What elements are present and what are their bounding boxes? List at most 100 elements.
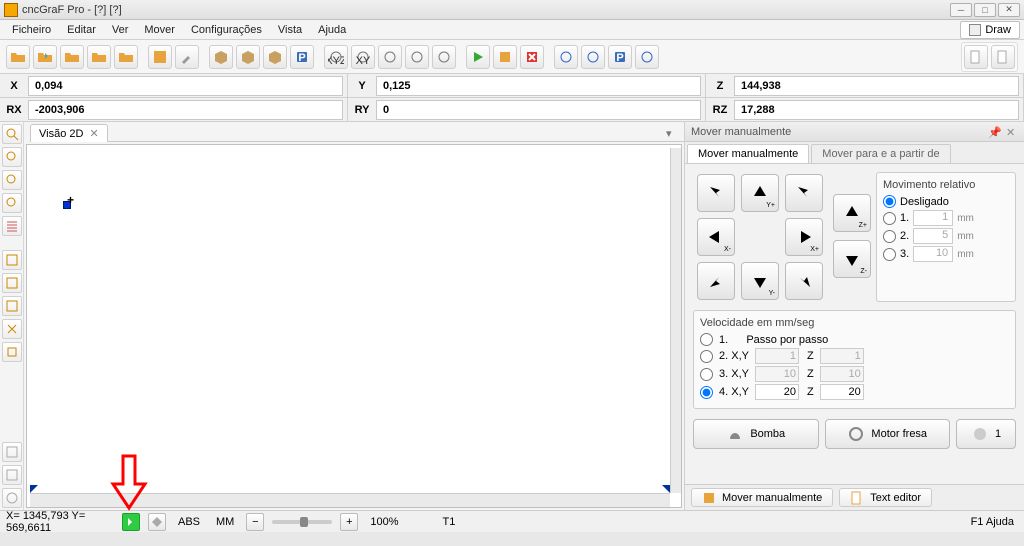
- lt-b1-icon[interactable]: [2, 442, 22, 462]
- tool-axis-3-icon[interactable]: [378, 45, 402, 69]
- vel-2-radio[interactable]: [700, 350, 713, 363]
- rz-input[interactable]: [734, 100, 1019, 120]
- tool-box2-icon[interactable]: [236, 45, 260, 69]
- ry-input[interactable]: [376, 100, 701, 120]
- tool-park2-icon[interactable]: P: [608, 45, 632, 69]
- tab-visao-2d[interactable]: Visão 2D ✕: [30, 124, 108, 142]
- rel-1-value[interactable]: 1: [913, 210, 953, 226]
- tool-stop-icon[interactable]: [520, 45, 544, 69]
- spindle-num-button[interactable]: 1: [956, 419, 1016, 449]
- tool-pause-icon[interactable]: [493, 45, 517, 69]
- tool-axis-xy-icon[interactable]: XY: [351, 45, 375, 69]
- tool-box3-icon[interactable]: [263, 45, 287, 69]
- horizontal-scrollbar[interactable]: [30, 493, 670, 507]
- lt-sel3-icon[interactable]: [2, 296, 22, 316]
- tool-axis-5-icon[interactable]: [432, 45, 456, 69]
- menu-ajuda[interactable]: Ajuda: [310, 24, 354, 36]
- panel-tab-from-to[interactable]: Mover para e a partir de: [811, 144, 950, 163]
- zoom-out-button[interactable]: −: [246, 513, 264, 531]
- rel-2-radio[interactable]: [883, 230, 896, 243]
- tool-open-icon[interactable]: [6, 45, 30, 69]
- vel-1-radio[interactable]: [700, 333, 713, 346]
- lt-sel4-icon[interactable]: [2, 319, 22, 339]
- close-button[interactable]: ✕: [998, 3, 1020, 17]
- tool-axis-4-icon[interactable]: [405, 45, 429, 69]
- tool-panel-a-icon[interactable]: [964, 45, 988, 69]
- tool-panel-b-icon[interactable]: [991, 45, 1015, 69]
- tool-axis-xyz-icon[interactable]: XYZ: [324, 45, 348, 69]
- btab-text-editor[interactable]: Text editor: [839, 488, 932, 507]
- menu-ver[interactable]: Ver: [104, 24, 137, 36]
- status-connect-icon[interactable]: [122, 513, 140, 531]
- btab-manual[interactable]: Mover manualmente: [691, 488, 833, 507]
- draw-mode-button[interactable]: Draw: [960, 21, 1020, 39]
- jog-z-down-button[interactable]: Z-: [833, 240, 871, 278]
- tool-misc1-icon[interactable]: [554, 45, 578, 69]
- tool-misc3-icon[interactable]: [635, 45, 659, 69]
- jog-s-button[interactable]: Y-: [741, 262, 779, 300]
- vel-3-xy[interactable]: 10: [755, 366, 799, 382]
- menu-configuracoes[interactable]: Configurações: [183, 24, 270, 36]
- menu-editar[interactable]: Editar: [59, 24, 104, 36]
- jog-z-up-button[interactable]: Z+: [833, 194, 871, 232]
- canvas[interactable]: [26, 144, 682, 508]
- tool-park-icon[interactable]: P: [290, 45, 314, 69]
- tool-folder-4-icon[interactable]: [114, 45, 138, 69]
- maximize-button[interactable]: □: [974, 3, 996, 17]
- tool-misc2-icon[interactable]: [581, 45, 605, 69]
- lt-zoom3-icon[interactable]: [2, 170, 22, 190]
- menu-vista[interactable]: Vista: [270, 24, 310, 36]
- tab-dropdown-icon[interactable]: ▾: [666, 127, 680, 141]
- tool-box1-icon[interactable]: [209, 45, 233, 69]
- x-input[interactable]: [28, 76, 343, 96]
- tool-play-icon[interactable]: [466, 45, 490, 69]
- lt-b3-icon[interactable]: [2, 488, 22, 508]
- vertical-scrollbar[interactable]: [670, 148, 681, 493]
- tool-tool-icon[interactable]: [175, 45, 199, 69]
- status-mm[interactable]: MM: [212, 516, 238, 528]
- lt-b2-icon[interactable]: [2, 465, 22, 485]
- tool-folder-3-icon[interactable]: [87, 45, 111, 69]
- rel-off-radio[interactable]: [883, 195, 896, 208]
- rel-1-radio[interactable]: [883, 212, 896, 225]
- vel-2-xy[interactable]: 1: [755, 348, 799, 364]
- status-misc-icon[interactable]: [148, 513, 166, 531]
- tool-save-icon[interactable]: [148, 45, 172, 69]
- vel-3-z[interactable]: 10: [820, 366, 864, 382]
- jog-sw-button[interactable]: [697, 262, 735, 300]
- z-input[interactable]: [734, 76, 1019, 96]
- pin-icon[interactable]: 📌: [988, 126, 1000, 138]
- lt-zoom2-icon[interactable]: [2, 147, 22, 167]
- tab-close-icon[interactable]: ✕: [89, 127, 98, 140]
- tool-folder-2-icon[interactable]: [60, 45, 84, 69]
- lt-zoom1-icon[interactable]: [2, 124, 22, 144]
- rel-2-value[interactable]: 5: [913, 228, 953, 244]
- minimize-button[interactable]: ─: [950, 3, 972, 17]
- jog-e-button[interactable]: X+: [785, 218, 823, 256]
- jog-se-button[interactable]: [785, 262, 823, 300]
- lt-sel1-icon[interactable]: [2, 250, 22, 270]
- jog-nw-button[interactable]: [697, 174, 735, 212]
- jog-ne-button[interactable]: [785, 174, 823, 212]
- panel-tab-manual[interactable]: Mover manualmente: [687, 144, 809, 163]
- panel-close-icon[interactable]: ✕: [1006, 126, 1018, 138]
- rel-3-value[interactable]: 10: [913, 246, 953, 262]
- rel-3-radio[interactable]: [883, 248, 896, 261]
- lt-zoom4-icon[interactable]: [2, 193, 22, 213]
- vel-4-radio[interactable]: [700, 386, 713, 399]
- vel-2-z[interactable]: 1: [820, 348, 864, 364]
- motor-button[interactable]: Motor fresa: [825, 419, 951, 449]
- lt-sel5-icon[interactable]: [2, 342, 22, 362]
- vel-3-radio[interactable]: [700, 368, 713, 381]
- rx-input[interactable]: [28, 100, 343, 120]
- menu-mover[interactable]: Mover: [136, 24, 183, 36]
- jog-w-button[interactable]: X-: [697, 218, 735, 256]
- status-abs[interactable]: ABS: [174, 516, 204, 528]
- jog-n-button[interactable]: Y+: [741, 174, 779, 212]
- bomba-button[interactable]: Bomba: [693, 419, 819, 449]
- lt-list-icon[interactable]: [2, 216, 22, 236]
- tool-folder-1-icon[interactable]: [33, 45, 57, 69]
- menu-ficheiro[interactable]: Ficheiro: [4, 24, 59, 36]
- zoom-in-button[interactable]: +: [340, 513, 358, 531]
- vel-4-xy[interactable]: 20: [755, 384, 799, 400]
